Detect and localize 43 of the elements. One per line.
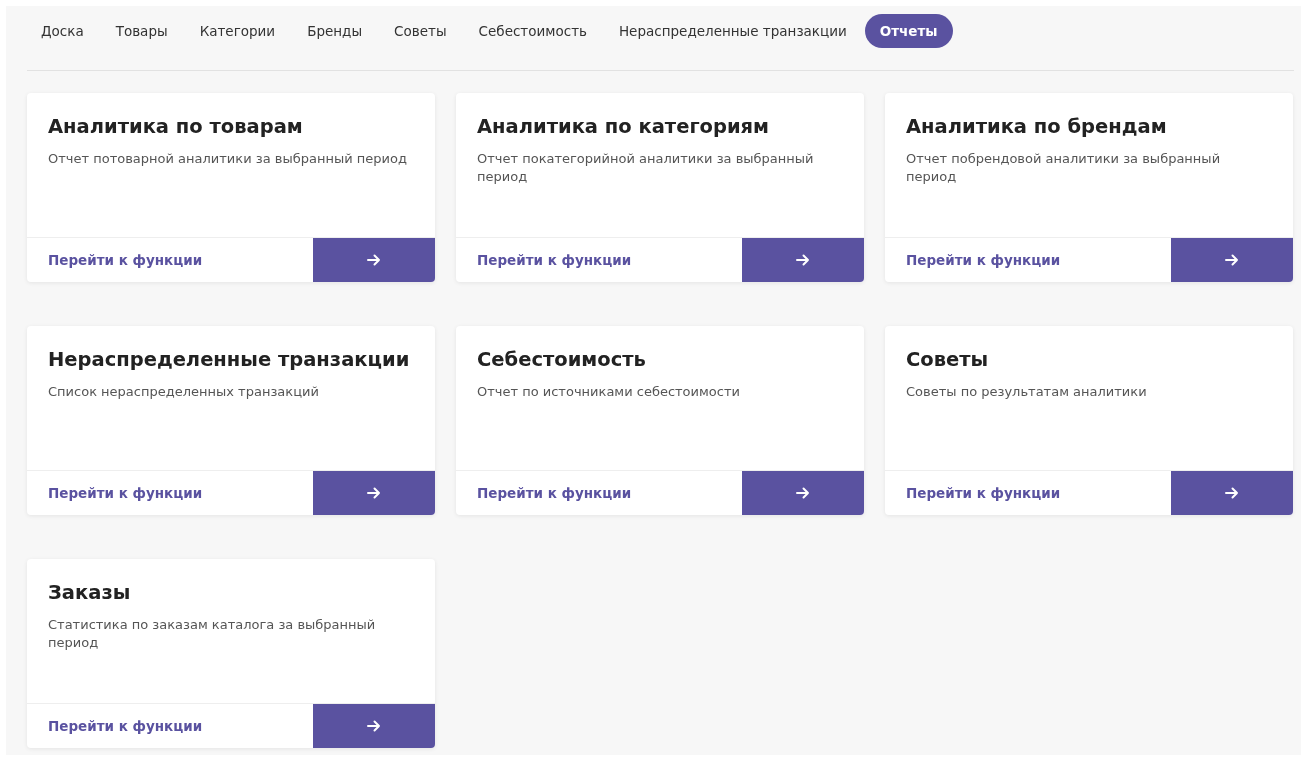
card-title: Аналитика по брендам (906, 115, 1168, 138)
function-link[interactable]: Перейти к функции (27, 704, 313, 748)
nav-tab[interactable]: Отчеты (864, 14, 953, 48)
nav-tab[interactable]: Товары (101, 14, 182, 48)
function-link[interactable]: Перейти к функции (456, 471, 742, 515)
function-link[interactable]: Перейти к функции (885, 471, 1171, 515)
nav-tab[interactable]: Бренды (293, 14, 377, 48)
card-title: Аналитика по товарам (48, 115, 304, 138)
nav-tab[interactable]: Категории (185, 14, 290, 48)
nav-tab[interactable]: Себестоимость (464, 14, 601, 48)
arrow-button[interactable] (742, 238, 864, 282)
card-description: Отчет покатегорийной аналитики за выбранный период (477, 150, 815, 186)
arrow-right-icon (367, 720, 381, 732)
card-description: Отчет побрендовой аналитики за выбранный период (906, 150, 1222, 186)
arrow-right-icon (1225, 487, 1239, 499)
card-description: Отчет по источниками себестоимости (477, 383, 741, 401)
nav-tab[interactable]: Доска (27, 14, 98, 48)
card-title: Аналитика по категориям (477, 115, 771, 138)
arrow-right-icon (1225, 254, 1239, 266)
arrow-right-icon (796, 254, 810, 266)
arrow-button[interactable] (1171, 471, 1293, 515)
card-title: Себестоимость (477, 348, 647, 371)
function-link[interactable]: Перейти к функции (885, 238, 1171, 282)
card-description: Советы по результатам аналитики (906, 383, 1148, 401)
function-link[interactable]: Перейти к функции (456, 238, 742, 282)
nav-tab[interactable]: Нераспределенные транзакции (604, 14, 861, 48)
function-link[interactable]: Перейти к функции (27, 238, 313, 282)
function-link[interactable]: Перейти к функции (27, 471, 313, 515)
arrow-button[interactable] (742, 471, 864, 515)
card-title: Заказы (48, 581, 132, 604)
arrow-button[interactable] (313, 471, 435, 515)
card-title: Нераспределенные транзакции (48, 348, 411, 371)
card-description: Отчет потоварной аналитики за выбранный период (48, 150, 408, 168)
arrow-right-icon (796, 487, 810, 499)
arrow-right-icon (367, 487, 381, 499)
nav-tab[interactable]: Советы (380, 14, 461, 48)
card-title: Советы (906, 348, 990, 371)
arrow-button[interactable] (313, 238, 435, 282)
card-description: Статистика по заказам каталога за выбранный период (48, 616, 377, 652)
arrow-button[interactable] (313, 704, 435, 748)
arrow-button[interactable] (1171, 238, 1293, 282)
arrow-right-icon (367, 254, 381, 266)
card-description: Список нераспределенных транзакций (48, 383, 320, 401)
